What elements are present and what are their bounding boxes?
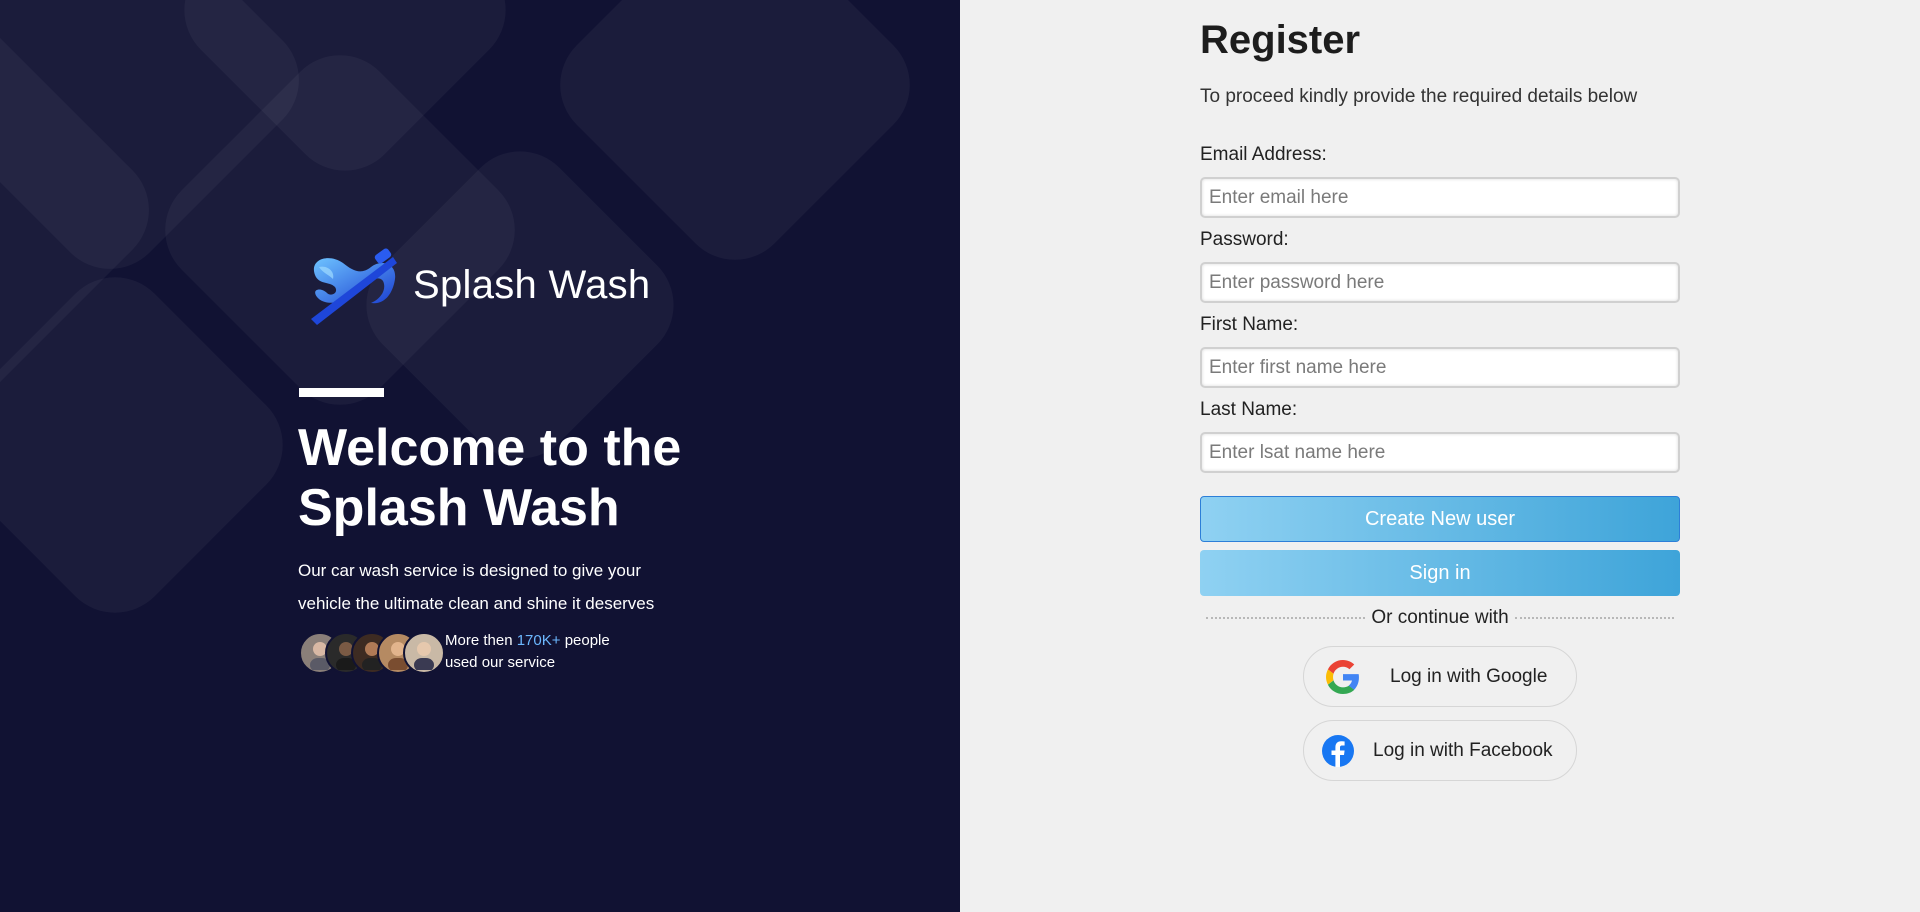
splash-wash-logo-icon [311,248,397,325]
email-field[interactable] [1200,177,1680,218]
divider-line [1514,617,1675,619]
user-avatars [299,632,445,674]
create-user-button[interactable]: Create New user [1200,496,1680,542]
hero-title: Welcome to the Splash Wash [298,419,682,537]
avatar [403,632,445,674]
brand-name: Splash Wash [413,262,651,307]
hero-panel: Splash Wash Welcome to the Splash Wash O… [0,0,960,912]
hero-description: Our car wash service is designed to give… [298,561,655,613]
divider-text: Or continue with [1371,607,1509,628]
password-label: Password: [1200,229,1289,250]
last-name-field[interactable] [1200,432,1680,473]
password-field[interactable] [1200,262,1680,303]
facebook-login-label: Log in with Facebook [1373,739,1553,761]
google-login-button[interactable]: Log in with Google [1303,646,1577,707]
divider: Or continue with [1200,607,1680,629]
proof-count: 170K+ [516,632,561,649]
facebook-icon [1322,734,1354,767]
proof-prefix: More then [445,632,513,649]
facebook-login-button[interactable]: Log in with Facebook [1303,720,1577,781]
google-login-label: Log in with Google [1390,665,1548,687]
sign-in-button[interactable]: Sign in [1200,550,1680,596]
accent-bar [299,388,384,397]
google-icon [1326,659,1359,694]
divider-line [1206,617,1366,619]
email-label: Email Address: [1200,144,1327,165]
social-proof: More then 170K+ people used our service [445,630,635,674]
first-name-field[interactable] [1200,347,1680,388]
first-name-label: First Name: [1200,314,1299,335]
form-subtitle: To proceed kindly provide the required d… [1200,86,1638,107]
last-name-label: Last Name: [1200,399,1298,420]
form-title: Register [1200,18,1361,62]
brand: Splash Wash [305,245,650,325]
